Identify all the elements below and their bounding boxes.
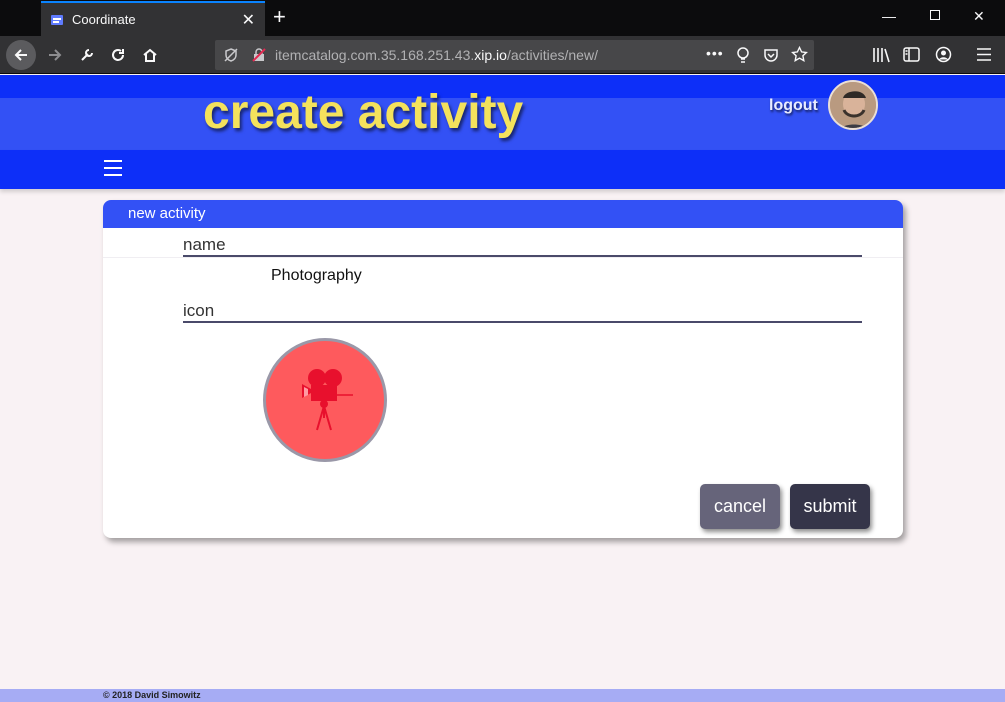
pocket-icon[interactable] [763,47,779,63]
name-value[interactable]: Photography [271,267,362,285]
name-label: name [183,235,226,254]
hamburger-menu-icon[interactable] [976,47,992,62]
name-underline [183,255,862,257]
browser-tab-bar: Coordinate ✕ + — ✕ [0,0,1005,36]
bookmark-star-icon[interactable] [791,46,808,63]
field-divider [103,257,903,258]
url-prefix: itemcatalog.com.35.168.251.43. [275,47,475,63]
card-title: new activity [103,200,903,228]
minimize-icon[interactable]: — [882,8,896,24]
url-text: itemcatalog.com.35.168.251.43.xip.io/act… [275,47,598,63]
lightbulb-icon[interactable] [735,46,751,64]
account-icon[interactable] [935,46,952,63]
insecure-lock-icon[interactable] [251,47,267,63]
page-title: create activity [203,86,524,139]
forward-icon[interactable] [40,40,70,70]
sidebar-icon[interactable] [903,47,920,62]
reload-icon[interactable] [103,40,133,70]
url-bar[interactable]: itemcatalog.com.35.168.251.43.xip.io/act… [215,40,814,70]
page-header: create activity logout [0,75,1005,189]
new-activity-card: new activity name Photography icon cance… [103,200,903,538]
header-nav-band [0,150,1005,189]
browser-toolbar: itemcatalog.com.35.168.251.43.xip.io/act… [0,36,1005,74]
icon-label: icon [183,301,215,320]
tracking-protection-icon[interactable] [223,47,239,63]
avatar[interactable] [828,80,878,130]
user-photo-icon [830,82,876,128]
icon-picker[interactable] [263,338,387,462]
browser-tab[interactable]: Coordinate ✕ [41,1,265,36]
close-tab-icon[interactable]: ✕ [242,10,255,30]
url-host: xip.io [474,47,507,63]
site-favicon-icon [51,14,63,25]
new-tab-icon[interactable]: + [273,6,286,28]
wrench-icon[interactable] [72,40,102,70]
page-actions-icon[interactable]: ••• [706,45,724,61]
page-footer: © 2018 David Simowitz [0,689,1005,702]
url-path: /activities/new/ [506,47,598,63]
logout-link[interactable]: logout [769,97,818,115]
maximize-icon[interactable] [930,10,940,20]
copyright-text: © 2018 David Simowitz [103,690,201,700]
home-icon[interactable] [135,40,165,70]
movie-camera-icon [302,369,353,431]
menu-icon[interactable] [103,159,123,177]
icon-underline [183,321,862,323]
submit-button[interactable]: submit [790,484,870,529]
library-icon[interactable] [872,47,890,63]
back-icon[interactable] [6,40,36,70]
tab-title: Coordinate [72,12,136,27]
close-window-icon[interactable]: ✕ [973,8,985,25]
cancel-button[interactable]: cancel [700,484,780,529]
